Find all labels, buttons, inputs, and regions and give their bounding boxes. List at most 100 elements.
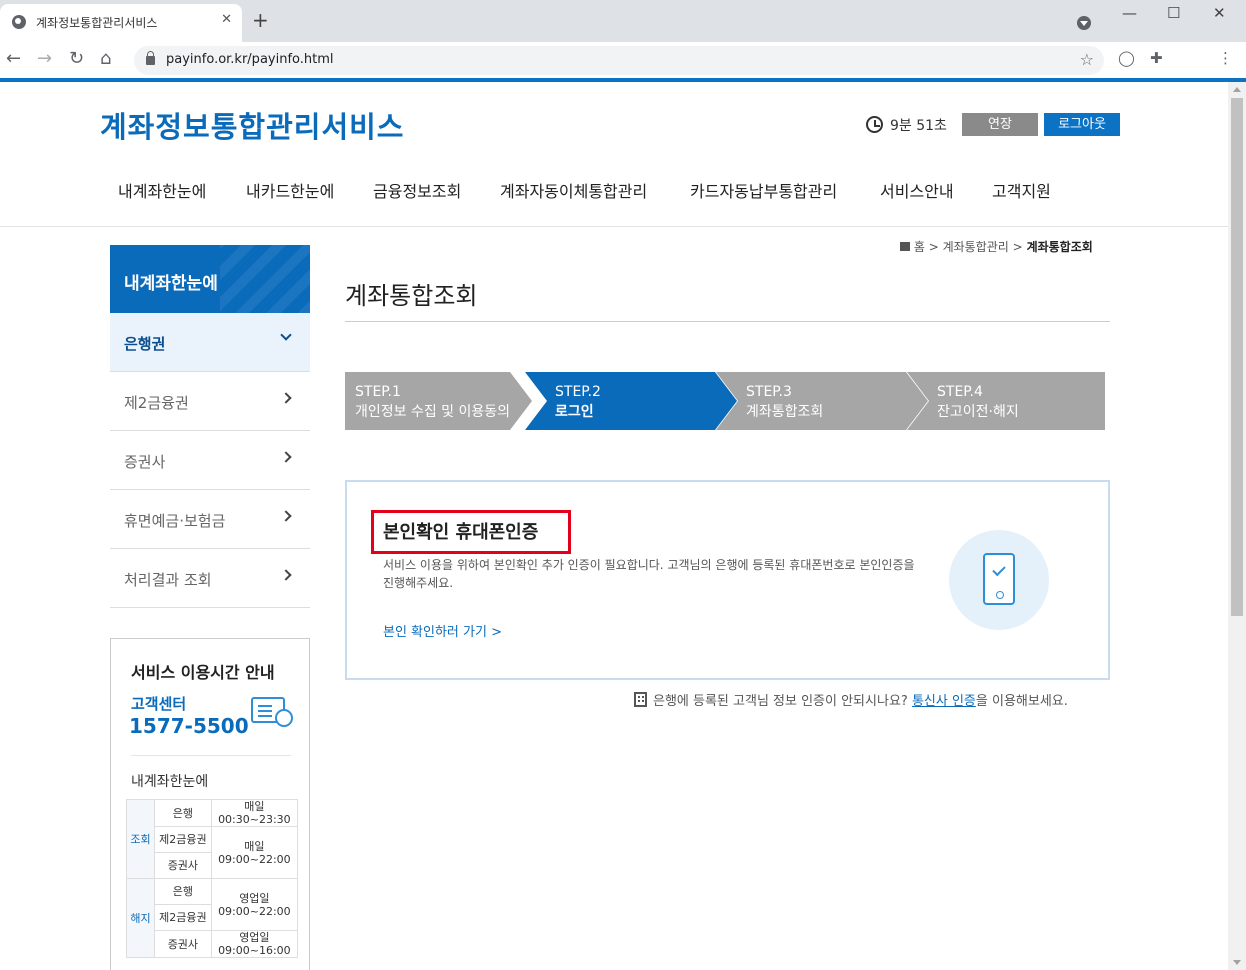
sidebar-item-label: 휴면예금·보험금: [124, 512, 226, 530]
breadcrumb-home[interactable]: 홈: [914, 240, 925, 254]
customer-center-phone: 1577-5500: [129, 714, 249, 738]
table-cell: 영업일 09:00~22:00: [210, 878, 299, 931]
sidebar-item-results[interactable]: 처리결과 조회: [110, 549, 310, 608]
gnb-item[interactable]: 카드자동납부통합관리: [690, 178, 837, 202]
tab-title: 계좌정보통합관리서비스: [36, 16, 158, 30]
chevron-right-icon: [280, 392, 292, 404]
step-number: STEP.2: [555, 384, 601, 400]
step-progress: STEP.1 개인정보 수집 및 이용동의 STEP.2 로그인 STEP.3 …: [345, 372, 1105, 430]
table-cell: 매일 00:30~23:30: [210, 799, 299, 827]
table-cell: 매일 09:00~22:00: [210, 826, 299, 879]
window-close-icon[interactable]: ✕: [1213, 4, 1226, 22]
tab-search-icon[interactable]: [1077, 16, 1091, 30]
lock-icon: [146, 51, 155, 65]
browser-tab[interactable]: 계좌정보통합관리서비스 ✕: [0, 4, 242, 42]
browser-menu-icon[interactable]: ⋮: [1218, 49, 1233, 67]
smartphone-check-icon: [983, 553, 1015, 605]
session-timer: 9분 51초: [890, 118, 947, 134]
notice-text: 은행에 등록된 고객님 정보 인증이 안되시나요?: [653, 694, 908, 709]
step-number: STEP.4: [937, 384, 983, 400]
sidebar-item-label: 처리결과 조회: [124, 571, 212, 589]
bookmark-star-icon[interactable]: ☆: [1080, 50, 1094, 69]
gnb-item[interactable]: 서비스안내: [880, 178, 954, 202]
chevron-down-icon: [280, 329, 292, 341]
sidebar-item-label: 증권사: [124, 453, 166, 471]
page-title: 계좌통합조회: [345, 282, 478, 310]
title-divider: [345, 321, 1110, 322]
table-cell: 제2금융권: [154, 904, 212, 931]
table-cell: 은행: [154, 878, 212, 905]
home-icon[interactable]: ⌂: [100, 48, 111, 70]
new-tab-icon[interactable]: +: [252, 10, 269, 30]
mouse-extension-icon[interactable]: ◯: [1118, 49, 1135, 67]
chevron-right-icon: [280, 569, 292, 581]
header-divider: [0, 226, 1228, 227]
table-cell: 증권사: [154, 930, 212, 958]
breadcrumb-current: 계좌통합조회: [1026, 240, 1093, 254]
extend-session-button[interactable]: 연장: [962, 113, 1038, 136]
extensions-puzzle-icon[interactable]: ✚: [1150, 49, 1163, 67]
step-1: STEP.1 개인정보 수집 및 이용동의: [345, 372, 532, 430]
scroll-up-arrow-icon[interactable]: [1233, 87, 1241, 92]
scroll-down-arrow-icon[interactable]: [1233, 960, 1241, 965]
step-name: 계좌통합조회: [746, 404, 824, 420]
browser-tab-bar: 계좌정보통합관리서비스 ✕ + — ☐ ✕: [0, 0, 1246, 42]
vertical-scrollbar[interactable]: [1228, 82, 1246, 970]
service-section-title: 내계좌한눈에: [131, 774, 209, 790]
top-accent-line: [0, 78, 1246, 82]
highlight-box: [371, 510, 571, 554]
calendar-clock-icon: [251, 697, 293, 727]
gnb-item[interactable]: 내카드한눈에: [246, 178, 334, 202]
gnb-item[interactable]: 금융정보조회: [373, 178, 461, 202]
sidebar-item-bank[interactable]: 은행권: [110, 313, 310, 372]
group-cell: 조회: [126, 799, 155, 879]
step-3: STEP.3 계좌통합조회: [716, 372, 928, 430]
gnb-item[interactable]: 고객지원: [992, 178, 1051, 202]
customer-center-label: 고객센터: [131, 695, 187, 713]
step-2: STEP.2 로그인: [525, 372, 737, 430]
clock-icon: [866, 116, 883, 133]
chevron-right-icon: [280, 510, 292, 522]
sidebar-item-dormant[interactable]: 휴면예금·보험금: [110, 490, 310, 549]
browser-toolbar: ← → ↻ ⌂ payinfo.or.kr/payinfo.html ☆ ◯ ✚…: [0, 42, 1246, 78]
step-name: 잔고이전·해지: [937, 404, 1019, 420]
forward-icon[interactable]: →: [37, 48, 52, 70]
back-icon[interactable]: ←: [6, 48, 21, 70]
reload-icon[interactable]: ↻: [69, 48, 84, 70]
chevron-right-icon: [280, 451, 292, 463]
sidebar-item-securities[interactable]: 증권사: [110, 431, 310, 490]
address-bar[interactable]: payinfo.or.kr/payinfo.html ☆: [134, 46, 1104, 75]
breadcrumb-separator: >: [928, 240, 939, 254]
scrollbar-thumb[interactable]: [1231, 98, 1243, 616]
notice-text-end: 을 이용해보세요.: [975, 694, 1068, 709]
maximize-icon[interactable]: ☐: [1167, 4, 1180, 22]
carrier-auth-link[interactable]: 통신사 인증: [912, 694, 976, 709]
gnb-item[interactable]: 내계좌한눈에: [118, 178, 206, 202]
divider: [131, 755, 291, 756]
sidebar-item-second-tier[interactable]: 제2금융권: [110, 372, 310, 431]
service-hours-title: 서비스 이용시간 안내: [131, 663, 275, 682]
phone-illustration: [949, 530, 1049, 630]
building-icon: [634, 692, 647, 707]
step-number: STEP.1: [355, 384, 401, 400]
logout-button[interactable]: 로그아웃: [1044, 113, 1120, 136]
service-hours-box: 서비스 이용시간 안내 고객센터 1577-5500 내계좌한눈에 조회 은행 …: [110, 638, 310, 970]
step-4: STEP.4 잔고이전·해지: [907, 372, 1105, 430]
table-cell: 영업일 09:00~16:00: [210, 930, 299, 958]
step-name: 개인정보 수집 및 이용동의: [355, 404, 511, 420]
gnb-item[interactable]: 계좌자동이체통합관리: [500, 178, 647, 202]
breadcrumb: 홈 > 계좌통합관리 > 계좌통합조회: [900, 238, 1093, 255]
carrier-auth-notice: 은행에 등록된 고객님 정보 인증이 안되시나요? 통신사 인증을 이용해보세요…: [634, 690, 1068, 709]
verify-identity-link[interactable]: 본인 확인하러 가기 >: [383, 621, 502, 640]
url-text[interactable]: payinfo.or.kr/payinfo.html: [166, 52, 334, 67]
site-logo[interactable]: 계좌정보통합관리서비스: [100, 104, 404, 146]
tab-close-icon[interactable]: ✕: [221, 12, 232, 27]
table-cell: 제2금융권: [154, 826, 212, 853]
minimize-icon[interactable]: —: [1122, 4, 1137, 22]
step-number: STEP.3: [746, 384, 792, 400]
service-hours-table: 조회 은행 매일 00:30~23:30 제2금융권 매일 09:00~22:00 …: [126, 799, 299, 958]
phone-auth-box: 본인확인 휴대폰인증 서비스 이용을 위하여 본인확인 추가 인증이 필요합니다…: [345, 480, 1110, 680]
breadcrumb-separator: >: [1012, 240, 1023, 254]
breadcrumb-level1[interactable]: 계좌통합관리: [943, 240, 1009, 254]
sidebar-item-label: 은행권: [124, 335, 166, 353]
